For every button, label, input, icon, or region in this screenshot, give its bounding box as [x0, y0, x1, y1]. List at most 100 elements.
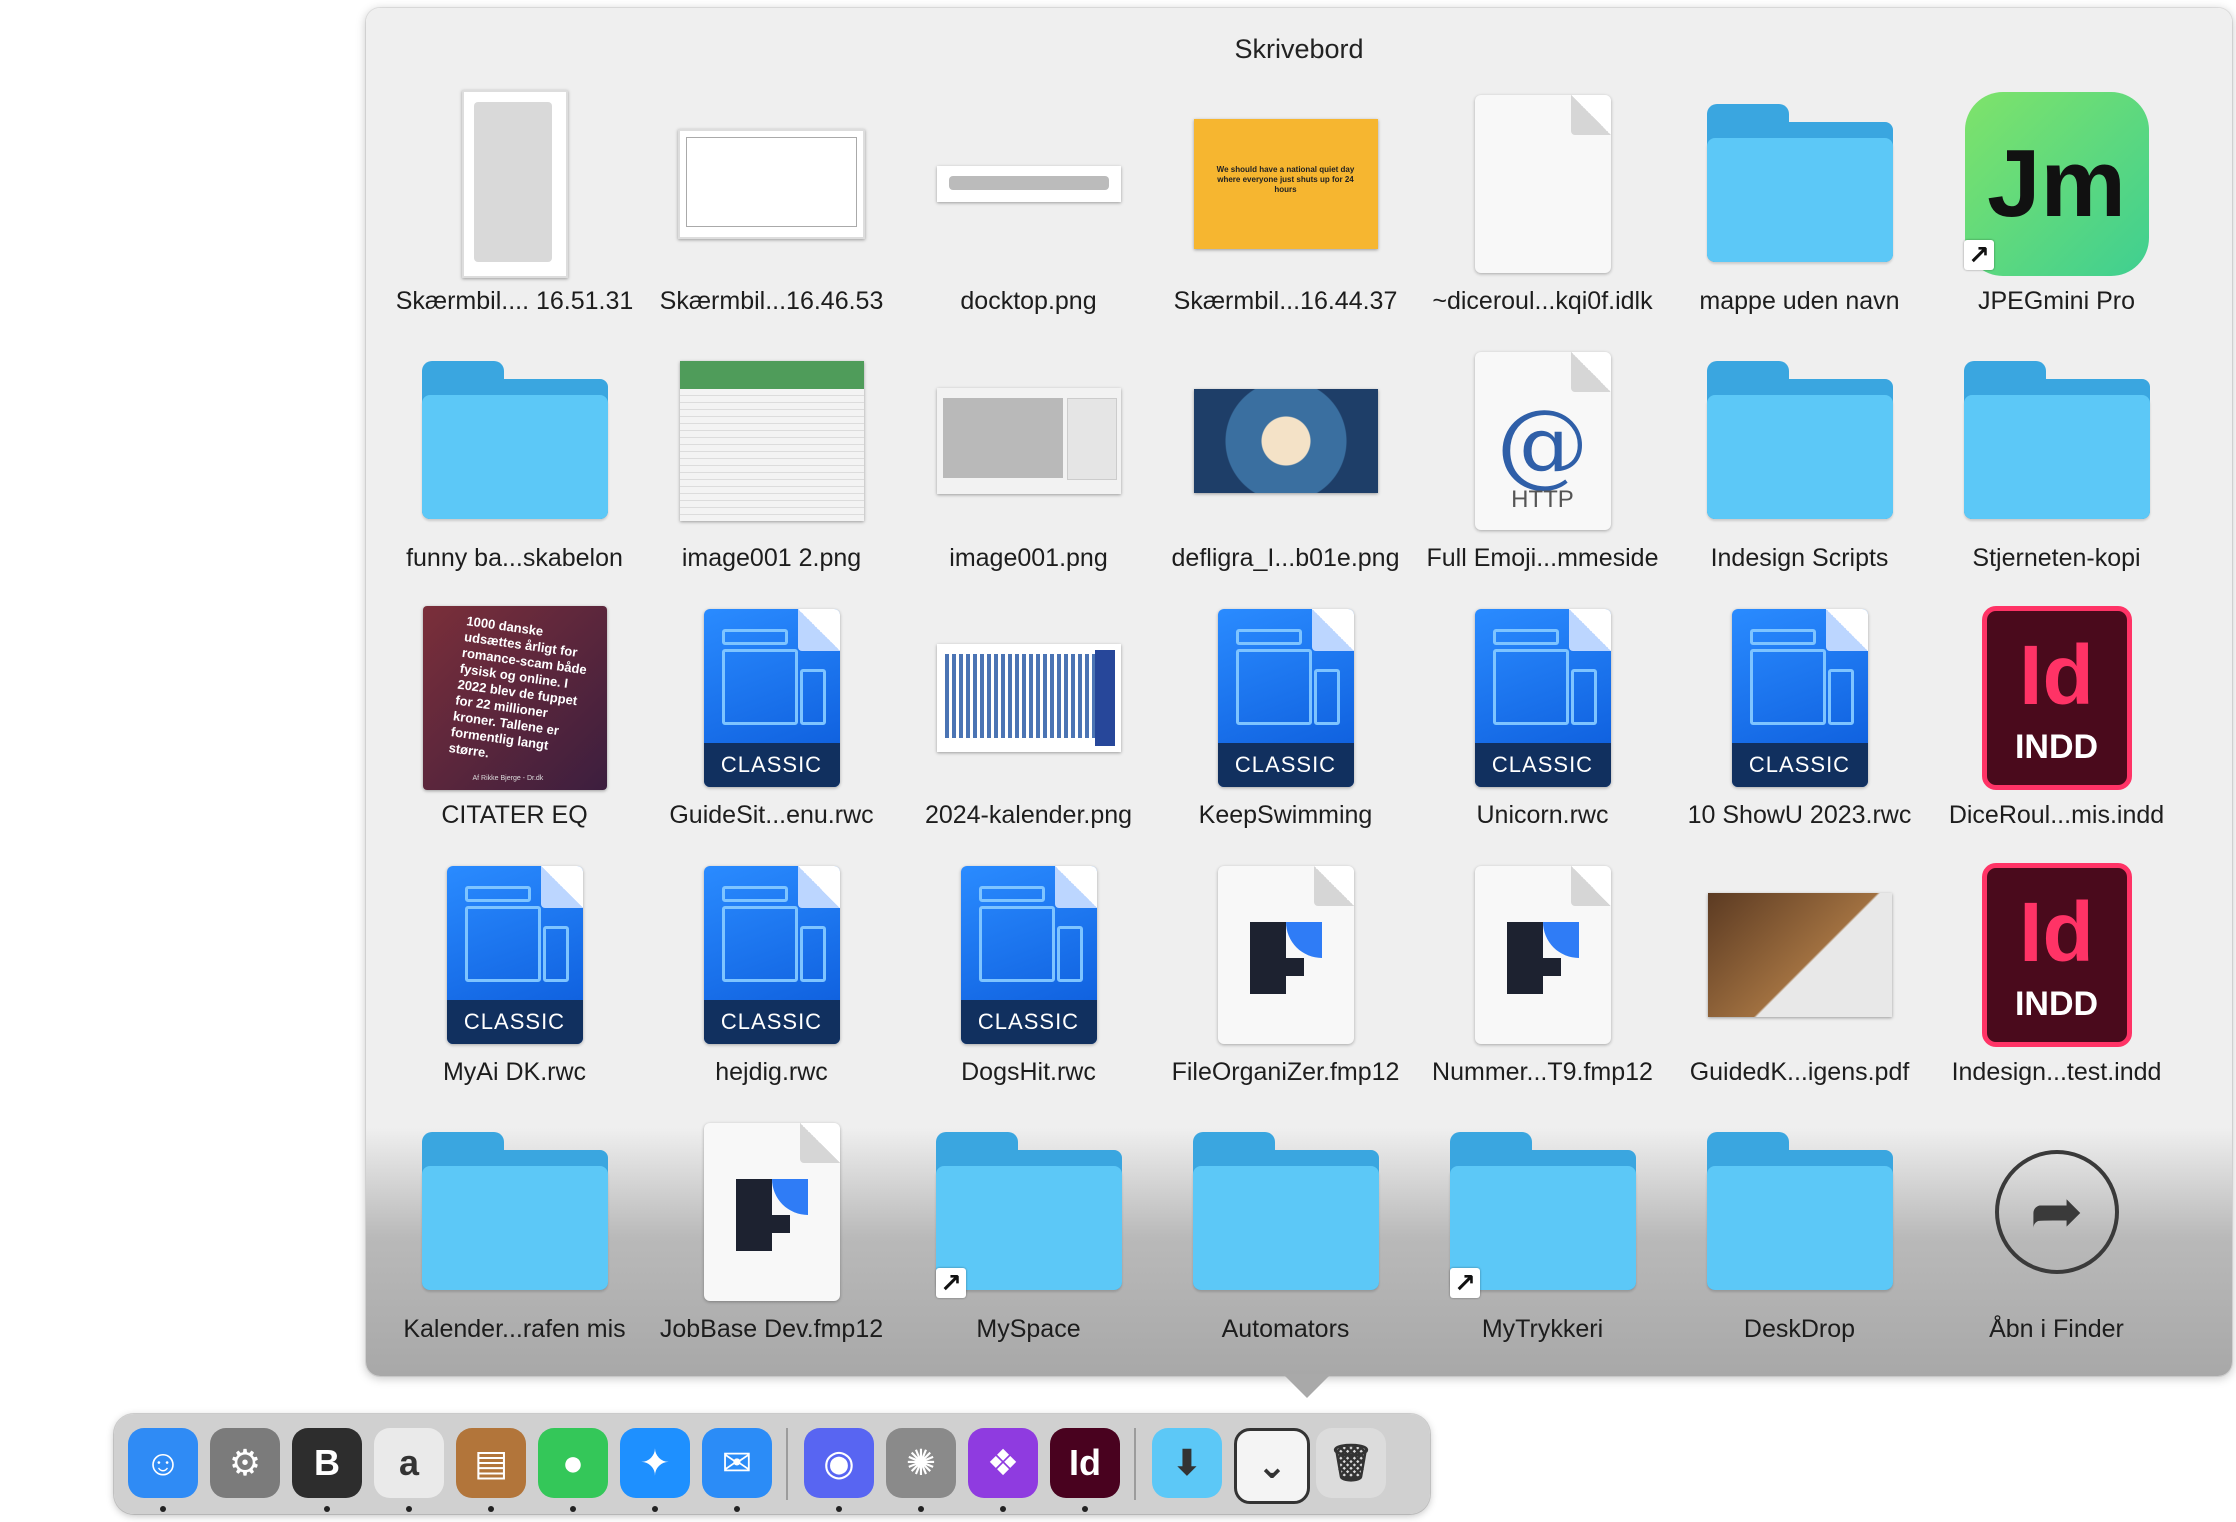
stack-item-skærmbil-16-51-31[interactable]: Skærmbil.... 16.51.31 [386, 89, 643, 347]
stack-item-mappe-uden-navn[interactable]: mappe uden navn [1671, 90, 1928, 347]
stack-item-automators[interactable]: Automators [1157, 1118, 1414, 1375]
item-label: 2024-kalender.png [924, 801, 1133, 829]
item-label: Indesign Scripts [1710, 544, 1889, 572]
stack-item-citater-eq[interactable]: 1000 danske udsættes årligt for romance-… [386, 604, 643, 861]
filemaker-document-icon [1474, 865, 1611, 1044]
stack-item-funny-ba-skabelon[interactable]: funny ba...skabelon [386, 347, 643, 604]
stack-item-jpegmini-pro[interactable]: Jm ↗ JPEGmini Pro [1928, 90, 2185, 347]
stack-item-docktop-png[interactable]: docktop.png [900, 90, 1157, 347]
screenshot-thumbnail [936, 165, 1121, 202]
stack-item-image001-2-png[interactable]: image001 2.png [643, 347, 900, 604]
stack-item-stjerneten-kopi[interactable]: Stjerneten-kopi [1928, 347, 2185, 604]
item-label: Kalender...rafen mis [403, 1315, 626, 1343]
item-icon [1449, 90, 1636, 277]
item-icon: CLASSIC [421, 861, 608, 1048]
item-label: Skærmbil.... 16.51.31 [395, 287, 634, 315]
item-label: defligra_I...b01e.png [1171, 544, 1400, 572]
alias-arrow-icon: ↗ [936, 1268, 966, 1298]
stack-item-2024-kalender-png[interactable]: 2024-kalender.png [900, 604, 1157, 861]
item-icon: CLASSIC [1449, 604, 1636, 791]
running-indicator [734, 1506, 740, 1512]
item-icon: CLASSIC [678, 604, 865, 791]
automator-icon[interactable]: ✺ [886, 1428, 956, 1498]
desktop-stack-icon[interactable]: ⌄ [1234, 1428, 1310, 1504]
popover-arrow [1283, 1374, 1331, 1398]
stack-item-fileorganizer-fmp12[interactable]: FileOrganiZer.fmp12 [1157, 861, 1414, 1118]
rapidweaver-document-icon: CLASSIC [960, 865, 1097, 1044]
stack-item-indesign-scripts[interactable]: Indesign Scripts [1671, 347, 1928, 604]
stack-item-myai-dk-rwc[interactable]: CLASSIC MyAi DK.rwc [386, 861, 643, 1118]
setapp-icon[interactable]: ❖ [968, 1428, 1038, 1498]
stack-item-guidedk-igens-pdf[interactable]: GuidedK...igens.pdf [1671, 861, 1928, 1118]
stack-item-diceroul-mis-indd[interactable]: Id INDD DiceRoul...mis.indd [1928, 604, 2185, 861]
indesign-document-icon: Id INDD [1981, 605, 2132, 790]
discord-icon[interactable]: ◉ [804, 1428, 874, 1498]
downloads-folder-icon[interactable]: ⬇ [1152, 1428, 1222, 1498]
item-icon [1706, 90, 1893, 277]
item-icon [935, 347, 1122, 534]
running-indicator [1000, 1506, 1006, 1512]
screenshot-thumbnail [461, 89, 568, 278]
stack-item-guidesit-enu-rwc[interactable]: CLASSIC GuideSit...enu.rwc [643, 604, 900, 861]
rapidweaver-document-icon: CLASSIC [1731, 608, 1868, 787]
script-editor-icon[interactable]: a [374, 1428, 444, 1498]
pdf-thumbnail [1707, 892, 1892, 1017]
item-icon [1706, 347, 1893, 534]
stack-item-keepswimming[interactable]: CLASSIC KeepSwimming [1157, 604, 1414, 861]
stack-item-10-showu-2023-rwc[interactable]: CLASSIC 10 ShowU 2023.rwc [1671, 604, 1928, 861]
screenshot-thumbnail [679, 360, 864, 521]
item-label: 10 ShowU 2023.rwc [1687, 801, 1912, 829]
folder-icon [421, 1131, 608, 1292]
running-indicator [488, 1506, 494, 1512]
item-icon [421, 347, 608, 534]
finder-icon[interactable]: ☺ [128, 1428, 198, 1498]
stack-item-diceroul-kqi0f-idlk[interactable]: ~diceroul...kqi0f.idlk [1414, 90, 1671, 347]
alias-arrow-icon: ↗ [1964, 240, 1994, 270]
stack-item-dogshit-rwc[interactable]: CLASSIC DogsHit.rwc [900, 861, 1157, 1118]
indesign-icon[interactable]: Id [1050, 1428, 1120, 1498]
stack-item-myspace[interactable]: ↗ MySpace [900, 1118, 1157, 1375]
mail-icon[interactable]: ✉ [702, 1428, 772, 1498]
system-settings-icon[interactable]: ⚙ [210, 1428, 280, 1498]
stack-item-hejdig-rwc[interactable]: CLASSIC hejdig.rwc [643, 861, 900, 1118]
stack-item-deskdrop[interactable]: DeskDrop [1671, 1118, 1928, 1375]
stack-item-åbn-i-finder[interactable]: ➦ Åbn i Finder [1928, 1118, 2185, 1375]
stack-item-unicorn-rwc[interactable]: CLASSIC Unicorn.rwc [1414, 604, 1671, 861]
folder-icon [1706, 1131, 1893, 1292]
item-label: mappe uden navn [1699, 287, 1900, 315]
alias-arrow-icon: ↗ [1450, 1268, 1480, 1298]
stack-item-nummer-t9-fmp12[interactable]: Nummer...T9.fmp12 [1414, 861, 1671, 1118]
item-label: Skærmbil...16.46.53 [659, 287, 884, 315]
archive-app-icon[interactable]: ▤ [456, 1428, 526, 1498]
item-label: Stjerneten-kopi [1972, 544, 2141, 572]
item-icon: We should have a national quiet day wher… [1192, 90, 1379, 277]
item-label: image001.png [949, 544, 1108, 572]
stack-title: Skrivebord [1234, 34, 1364, 64]
running-indicator [836, 1506, 842, 1512]
item-icon [1449, 861, 1636, 1048]
stack-item-indesign-test-indd[interactable]: Id INDD Indesign...test.indd [1928, 861, 2185, 1118]
item-icon [1706, 1118, 1893, 1305]
item-label: MyAi DK.rwc [442, 1058, 587, 1086]
stack-item-skærmbil-16-44-37[interactable]: We should have a national quiet day wher… [1157, 90, 1414, 347]
image-thumbnail [936, 643, 1121, 752]
item-label: MyTrykkeri [1481, 1315, 1604, 1343]
bbedit-icon[interactable]: B [292, 1428, 362, 1498]
stack-item-defligra-i-b01e-png[interactable]: defligra_I...b01e.png [1157, 347, 1414, 604]
stack-item-mytrykkeri[interactable]: ↗ MyTrykkeri [1414, 1118, 1671, 1375]
stack-item-kalender-rafen-mis[interactable]: Kalender...rafen mis [386, 1118, 643, 1375]
stack-item-full-emoji-mmeside[interactable]: @ HTTP Full Emoji...mmeside [1414, 347, 1671, 604]
item-label: CITATER EQ [441, 801, 588, 829]
folder-icon [1963, 360, 2150, 521]
stack-item-image001-png[interactable]: image001.png [900, 347, 1157, 604]
safari-icon[interactable]: ✦ [620, 1428, 690, 1498]
open-in-finder-arrow-icon: ➦ [1994, 1149, 2119, 1274]
stack-item-jobbase-dev-fmp12[interactable]: JobBase Dev.fmp12 [643, 1118, 900, 1375]
item-icon: Id INDD [1963, 604, 2150, 791]
messages-icon[interactable]: ● [538, 1428, 608, 1498]
folder-icon [421, 360, 608, 521]
stack-item-skærmbil-16-46-53[interactable]: Skærmbil...16.46.53 [643, 90, 900, 347]
trash-icon[interactable]: 🗑 [1316, 1428, 1386, 1498]
item-icon: 1000 danske udsættes årligt for romance-… [421, 604, 608, 791]
rapidweaver-document-icon: CLASSIC [703, 865, 840, 1044]
